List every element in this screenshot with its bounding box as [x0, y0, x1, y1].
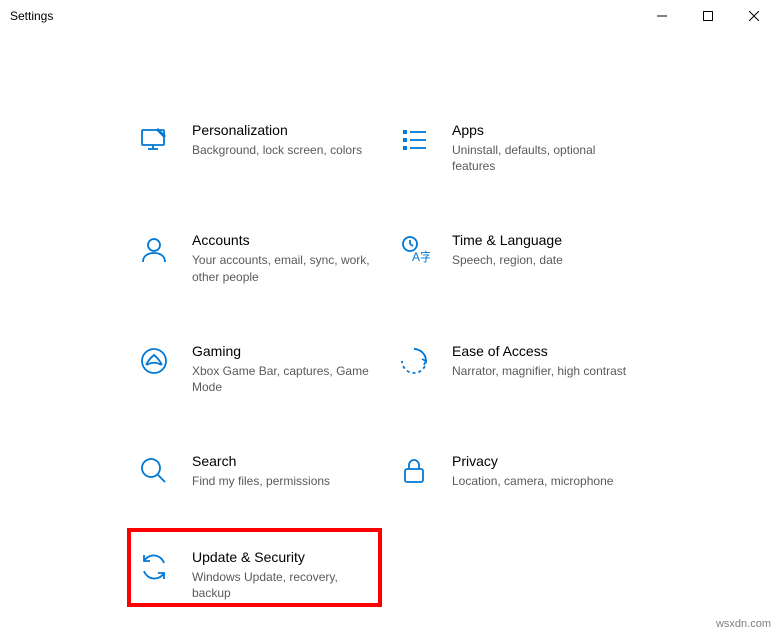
tile-desc: Background, lock screen, colors: [192, 142, 376, 158]
update-security-icon: [134, 547, 174, 587]
accounts-icon: [134, 230, 174, 270]
tile-title: Ease of Access: [452, 343, 636, 359]
tile-time-language[interactable]: A字 Time & Language Speech, region, date: [390, 222, 640, 292]
tile-text: Gaming Xbox Game Bar, captures, Game Mod…: [192, 341, 376, 395]
apps-icon: [394, 120, 434, 160]
tile-desc: Location, camera, microphone: [452, 473, 636, 489]
minimize-button[interactable]: [639, 0, 685, 32]
svg-text:A字: A字: [412, 249, 430, 264]
tile-apps[interactable]: Apps Uninstall, defaults, optional featu…: [390, 112, 640, 182]
tile-update-security[interactable]: Update & Security Windows Update, recove…: [130, 539, 380, 609]
tile-title: Time & Language: [452, 232, 636, 248]
tile-title: Privacy: [452, 453, 636, 469]
window-controls: [639, 0, 777, 32]
window-title: Settings: [10, 9, 639, 23]
search-icon: [134, 451, 174, 491]
tile-text: Update & Security Windows Update, recove…: [192, 547, 376, 601]
tile-ease-of-access[interactable]: Ease of Access Narrator, magnifier, high…: [390, 333, 640, 403]
tile-text: Time & Language Speech, region, date: [452, 230, 636, 268]
tile-desc: Speech, region, date: [452, 252, 636, 268]
tile-desc: Find my files, permissions: [192, 473, 376, 489]
tile-text: Accounts Your accounts, email, sync, wor…: [192, 230, 376, 284]
tile-title: Search: [192, 453, 376, 469]
ease-of-access-icon: [394, 341, 434, 381]
settings-grid: Personalization Background, lock screen,…: [130, 32, 690, 610]
tile-title: Apps: [452, 122, 636, 138]
gaming-icon: [134, 341, 174, 381]
titlebar: Settings: [0, 0, 777, 32]
tile-search[interactable]: Search Find my files, permissions: [130, 443, 380, 499]
privacy-icon: [394, 451, 434, 491]
tile-desc: Narrator, magnifier, high contrast: [452, 363, 636, 379]
tile-gaming[interactable]: Gaming Xbox Game Bar, captures, Game Mod…: [130, 333, 380, 403]
tile-text: Search Find my files, permissions: [192, 451, 376, 489]
tile-desc: Your accounts, email, sync, work, other …: [192, 252, 376, 284]
tile-text: Personalization Background, lock screen,…: [192, 120, 376, 158]
tile-privacy[interactable]: Privacy Location, camera, microphone: [390, 443, 640, 499]
tile-text: Apps Uninstall, defaults, optional featu…: [452, 120, 636, 174]
tile-accounts[interactable]: Accounts Your accounts, email, sync, wor…: [130, 222, 380, 292]
tile-title: Update & Security: [192, 549, 376, 565]
tile-desc: Windows Update, recovery, backup: [192, 569, 376, 601]
tile-title: Accounts: [192, 232, 376, 248]
maximize-button[interactable]: [685, 0, 731, 32]
tile-title: Personalization: [192, 122, 376, 138]
tile-personalization[interactable]: Personalization Background, lock screen,…: [130, 112, 380, 182]
tile-desc: Xbox Game Bar, captures, Game Mode: [192, 363, 376, 395]
watermark: wsxdn.com: [716, 618, 771, 630]
tile-title: Gaming: [192, 343, 376, 359]
personalization-icon: [134, 120, 174, 160]
tile-desc: Uninstall, defaults, optional features: [452, 142, 636, 174]
tile-text: Ease of Access Narrator, magnifier, high…: [452, 341, 636, 379]
close-button[interactable]: [731, 0, 777, 32]
time-language-icon: A字: [394, 230, 434, 270]
tile-text: Privacy Location, camera, microphone: [452, 451, 636, 489]
